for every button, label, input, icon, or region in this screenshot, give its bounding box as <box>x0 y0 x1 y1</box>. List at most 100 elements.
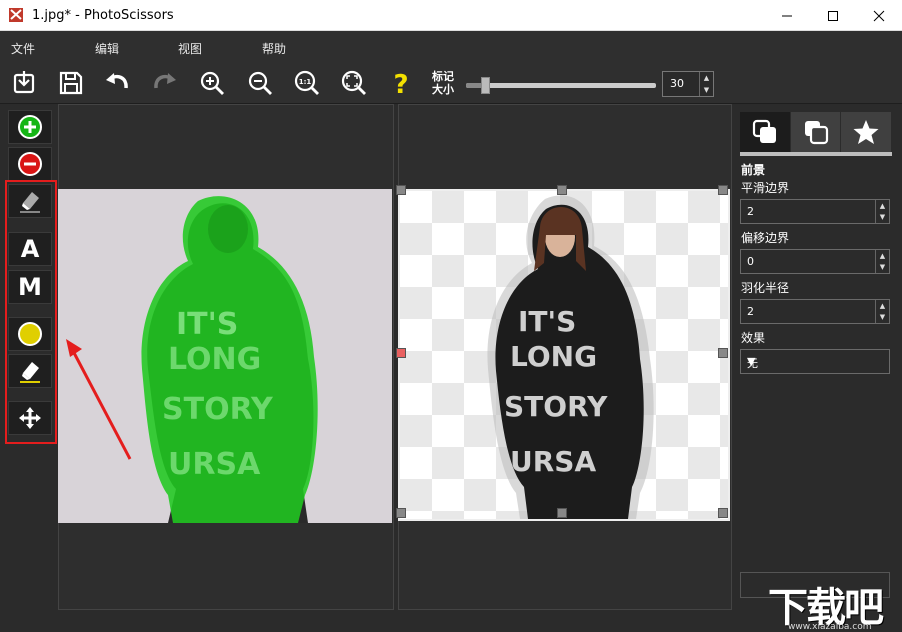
manual-mode-button[interactable]: M <box>8 270 52 304</box>
undo-icon <box>106 73 128 89</box>
zoom-in-button[interactable] <box>196 68 228 98</box>
open-button[interactable] <box>8 68 40 98</box>
shirt-text-line-1: IT'S <box>518 305 576 338</box>
smooth-edge-spinner[interactable]: ▲ ▼ <box>875 200 889 223</box>
effect-label: 效果 <box>741 331 766 345</box>
section-title: 前景 <box>741 163 766 177</box>
smooth-edge-label: 平滑边界 <box>741 181 790 195</box>
chevron-up-icon[interactable]: ▲ <box>876 250 889 261</box>
chevron-up-icon[interactable]: ▲ <box>700 72 713 84</box>
eraser-icon <box>20 192 40 213</box>
help-button[interactable]: ? <box>385 68 417 98</box>
crop-handle-top-left[interactable] <box>396 185 406 195</box>
auto-mode-letter: A <box>20 235 40 263</box>
move-icon <box>19 407 41 429</box>
menu-bar: 文件 编辑 视图 帮助 <box>0 31 902 62</box>
mark-size-label-line1: 标记 <box>432 70 454 83</box>
menu-help[interactable]: 帮助 <box>262 40 286 57</box>
settings-panel: 前景 平滑边界 2 ▲ ▼ 偏移边界 0 ▲ ▼ 羽化半径 2 ▲ ▼ 效果 无… <box>732 104 902 632</box>
background-marker-button[interactable] <box>8 147 52 181</box>
save-button[interactable] <box>55 68 87 98</box>
chevron-up-icon[interactable]: ▲ <box>876 300 889 311</box>
mark-size-stepper[interactable]: 30 ▲ ▼ <box>662 71 714 97</box>
mark-size-slider-thumb[interactable] <box>481 77 490 94</box>
chevron-down-icon[interactable]: ▼ <box>876 261 889 272</box>
smooth-edge-value: 2 <box>747 205 754 218</box>
effect-select[interactable]: 无 ▼ <box>740 349 890 374</box>
title-bar: 1.jpg* - PhotoScissors <box>0 0 902 31</box>
hair-marker-button[interactable] <box>8 317 52 351</box>
watermark-url: www.xiazaiba.com <box>788 622 872 632</box>
chevron-down-icon[interactable]: ▼ <box>700 84 713 96</box>
crop-handle-right[interactable] <box>718 348 728 358</box>
mark-size-label-line2: 大小 <box>432 83 454 96</box>
crop-handle-bottom-left[interactable] <box>396 508 406 518</box>
toolbar: 1:1 ? 标记 大小 30 ▲ ▼ <box>0 62 902 104</box>
offset-edge-stepper[interactable]: 0 ▲ ▼ <box>740 249 890 274</box>
svg-text:STORY: STORY <box>162 392 274 427</box>
mark-size-label: 标记 大小 <box>432 70 460 96</box>
offset-edge-spinner[interactable]: ▲ ▼ <box>875 250 889 273</box>
crop-handle-bottom[interactable] <box>557 508 567 518</box>
tab-effects[interactable] <box>841 112 893 152</box>
crop-handle-left[interactable] <box>396 348 406 358</box>
minimize-button[interactable] <box>764 0 810 31</box>
fit-icon <box>341 70 366 95</box>
left-toolbar: A M <box>0 104 58 632</box>
shirt-text-line-2: LONG <box>510 340 597 373</box>
mark-size-slider[interactable] <box>466 77 656 94</box>
zoom-in-icon <box>200 71 224 95</box>
zoom-out-button[interactable] <box>244 68 276 98</box>
pointer-arrow <box>66 339 132 460</box>
feather-radius-stepper[interactable]: 2 ▲ ▼ <box>740 299 890 324</box>
close-button[interactable] <box>856 0 902 31</box>
minus-circle-icon <box>18 152 42 176</box>
crop-handle-top-right[interactable] <box>718 185 728 195</box>
open-icon <box>13 71 35 94</box>
result-image[interactable]: IT'S LONG STORY URSA <box>398 189 730 521</box>
fit-button[interactable] <box>338 68 370 98</box>
tab-foreground[interactable] <box>740 112 791 152</box>
tabs-underline <box>740 152 892 156</box>
chevron-down-icon[interactable]: ▼ <box>876 311 889 322</box>
actual-size-icon: 1:1 <box>294 70 319 95</box>
svg-text:LONG: LONG <box>168 342 261 377</box>
svg-text:?: ? <box>393 70 408 97</box>
maximize-button[interactable] <box>810 0 856 31</box>
plus-circle-icon <box>18 115 42 139</box>
feather-radius-label: 羽化半径 <box>741 281 790 295</box>
save-icon <box>59 71 83 95</box>
redo-icon <box>154 73 176 89</box>
chevron-up-icon[interactable]: ▲ <box>876 200 889 211</box>
move-button[interactable] <box>8 401 52 435</box>
close-icon <box>873 10 885 21</box>
actual-size-button[interactable]: 1:1 <box>291 68 323 98</box>
minimize-icon <box>782 15 792 16</box>
chevron-down-icon: ▼ <box>747 355 756 368</box>
offset-edge-label: 偏移边界 <box>741 231 790 245</box>
chevron-down-icon[interactable]: ▼ <box>876 211 889 222</box>
mark-size-spinner[interactable]: ▲ ▼ <box>699 72 713 96</box>
menu-edit[interactable]: 编辑 <box>95 40 119 57</box>
menu-file[interactable]: 文件 <box>11 40 35 57</box>
eraser-button[interactable] <box>8 184 52 218</box>
undo-button[interactable] <box>101 68 133 98</box>
tab-background[interactable] <box>790 112 842 152</box>
shirt-text-line-4: URSA <box>510 445 596 478</box>
smooth-edge-stepper[interactable]: 2 ▲ ▼ <box>740 199 890 224</box>
redo-button[interactable] <box>149 68 181 98</box>
foreground-marker-button[interactable] <box>8 110 52 144</box>
hair-eraser-button[interactable] <box>8 354 52 388</box>
hair-eraser-icon <box>20 362 40 383</box>
result-image-canvas: IT'S LONG STORY URSA <box>487 195 654 519</box>
crop-handle-bottom-right[interactable] <box>718 508 728 518</box>
mark-size-value: 30 <box>670 77 684 90</box>
crop-handle-top[interactable] <box>557 185 567 195</box>
auto-mode-button[interactable]: A <box>8 232 52 266</box>
feather-radius-value: 2 <box>747 305 754 318</box>
watermark: 下载吧 www.xiazaiba.com <box>764 575 898 632</box>
menu-view[interactable]: 视图 <box>178 40 202 57</box>
window-title: 1.jpg* - PhotoScissors <box>32 8 174 23</box>
feather-radius-spinner[interactable]: ▲ ▼ <box>875 300 889 323</box>
manual-mode-letter: M <box>18 273 42 301</box>
